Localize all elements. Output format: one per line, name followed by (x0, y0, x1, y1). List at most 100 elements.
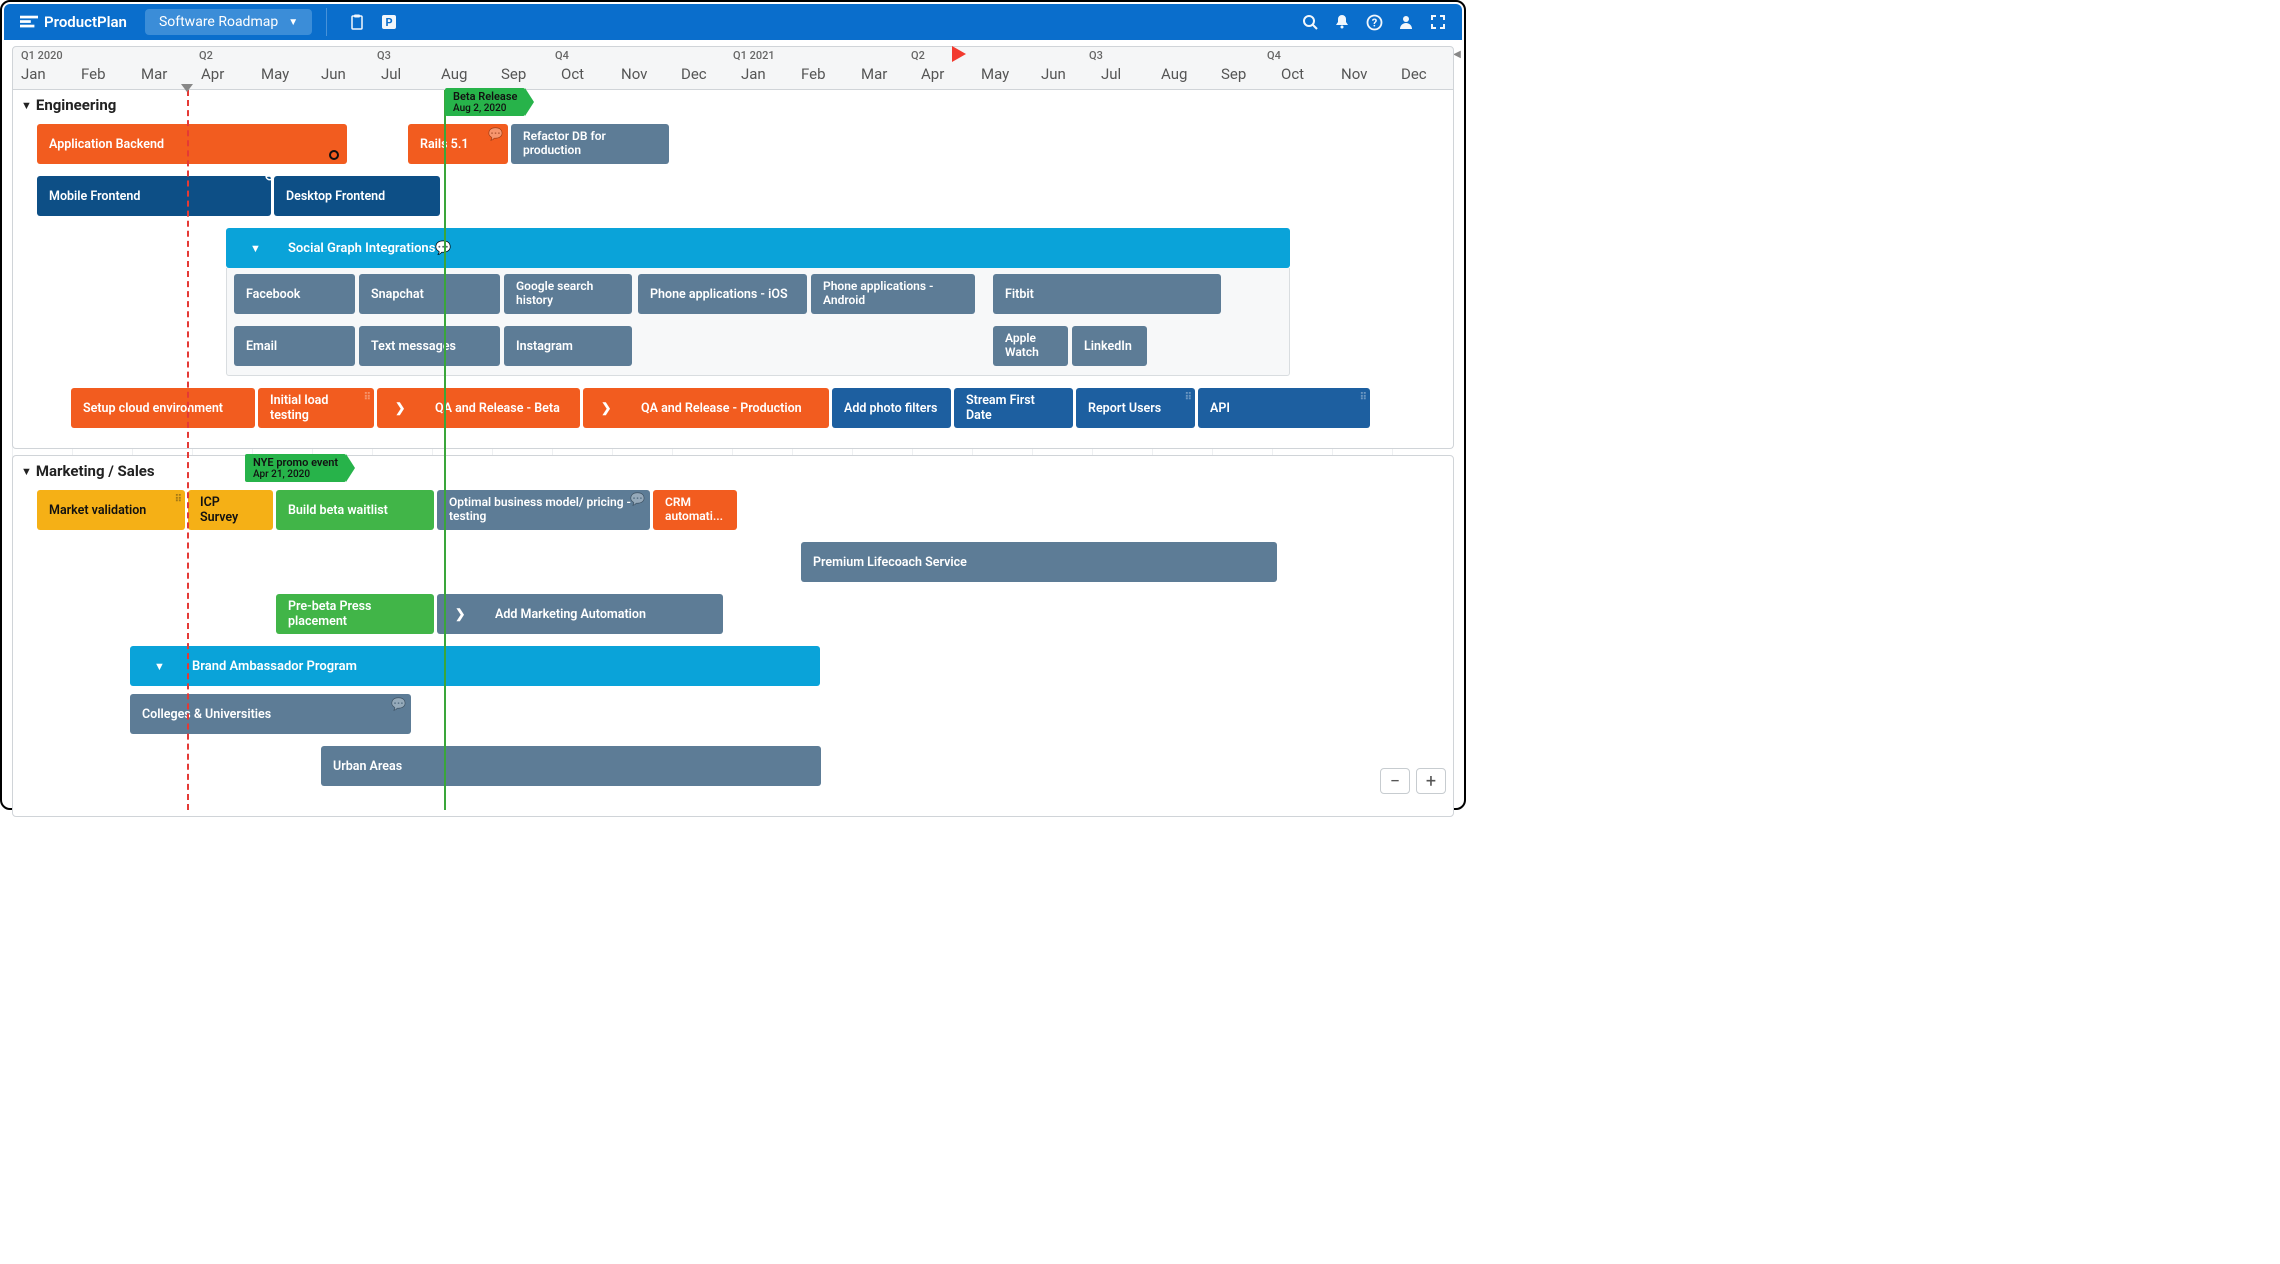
bar-snapchat[interactable]: Snapchat (359, 274, 500, 314)
chevron-down-icon: ▼ (21, 465, 32, 478)
timeline-month: Mar (141, 65, 167, 83)
zoom-out-button[interactable]: − (1380, 768, 1410, 794)
bar-photo-filters[interactable]: Add photo filters (832, 388, 951, 428)
bar-api[interactable]: API⠿ (1198, 388, 1370, 428)
timeline-month: Aug (441, 65, 467, 83)
zoom-controls: − + (1380, 768, 1446, 794)
header-separator (326, 8, 327, 36)
bar-phone-android[interactable]: Phone applications - Android (811, 274, 975, 314)
chevron-right-icon: ❯ (455, 606, 465, 622)
gantt-area: ▼ Engineering Beta Release Aug 2, 2020 A… (12, 90, 1454, 810)
roadmap-selector[interactable]: Software Roadmap ▼ (145, 9, 312, 35)
timeline-quarter: Q2 (911, 49, 925, 62)
section-marketing-header[interactable]: ▼ Marketing / Sales (13, 456, 1453, 486)
milestone-line (444, 90, 446, 810)
bell-icon[interactable] (1332, 12, 1352, 32)
bar-email[interactable]: Email (234, 326, 355, 366)
chevron-right-icon: ❯ (395, 400, 405, 416)
timeline-month: Jun (321, 65, 346, 83)
milestone-date: Aug 2, 2020 (453, 103, 517, 114)
container-social-graph[interactable]: ▼ Social Graph Integrations 💬 (226, 228, 1290, 268)
timeline-month: Feb (81, 65, 106, 83)
help-icon[interactable]: ? (1364, 12, 1384, 32)
bar-phone-ios[interactable]: Phone applications - iOS (638, 274, 807, 314)
bar-application-backend[interactable]: Application Backend (37, 124, 347, 164)
bar-urban[interactable]: Urban Areas (321, 746, 821, 786)
timeline-month: Mar (861, 65, 887, 83)
app-logo[interactable]: ProductPlan (12, 13, 135, 31)
timeline-month: Jan (741, 65, 766, 83)
parking-icon[interactable]: P (379, 12, 399, 32)
section-marketing: ▼ Marketing / Sales NYE promo event Apr … (12, 455, 1454, 817)
bar-icp-survey[interactable]: ICP Survey (188, 490, 273, 530)
timeline-quarter: Q2 (199, 49, 213, 62)
today-marker[interactable] (952, 46, 966, 62)
search-icon[interactable] (1300, 12, 1320, 32)
bar-report-users[interactable]: Report Users⠿ (1076, 388, 1195, 428)
user-icon[interactable] (1396, 12, 1416, 32)
fullscreen-icon[interactable] (1428, 12, 1448, 32)
comment-icon: 💬 (488, 127, 503, 141)
grip-icon: ⠿ (175, 494, 181, 505)
milestone-date: Apr 21, 2020 (253, 469, 338, 480)
bar-refactor-db[interactable]: Refactor DB for production (511, 124, 669, 164)
bar-instagram[interactable]: Instagram (504, 326, 632, 366)
svg-text:?: ? (1371, 16, 1377, 29)
current-marker-handle[interactable] (181, 84, 193, 92)
link-indicator-icon (329, 150, 339, 160)
app-name: ProductPlan (44, 13, 127, 31)
bar-mobile-frontend[interactable]: Mobile Frontend⊖ (37, 176, 271, 216)
bar-texts[interactable]: Text messages (359, 326, 500, 366)
bar-google-search[interactable]: Google search history (504, 274, 632, 314)
bar-linkedin[interactable]: LinkedIn (1072, 326, 1147, 366)
clipboard-icon[interactable] (347, 12, 367, 32)
bar-fitbit[interactable]: Fitbit (993, 274, 1221, 314)
timeline-month: May (981, 65, 1009, 83)
bar-load-testing[interactable]: Initial load testing⠿ (258, 388, 374, 428)
timeline-quarter: Q4 (555, 49, 569, 62)
timeline-quarter: Q3 (1089, 49, 1103, 62)
svg-text:P: P (386, 16, 393, 29)
bar-qa-prod[interactable]: ❯QA and Release - Production (583, 388, 829, 428)
bar-facebook[interactable]: Facebook (234, 274, 355, 314)
milestone-title: Beta Release (453, 91, 517, 103)
timeline-month: Jan (21, 65, 46, 83)
section-engineering-header[interactable]: ▼ Engineering (13, 90, 1453, 120)
roadmap-name: Software Roadmap (159, 14, 278, 30)
link-indicator-icon: ⊖ (265, 176, 271, 184)
bar-apple-watch[interactable]: Apple Watch (993, 326, 1068, 366)
bar-lifecoach[interactable]: Premium Lifecoach Service (801, 542, 1277, 582)
chevron-right-icon: ❯ (601, 400, 611, 416)
bar-market-validation[interactable]: Market validation⠿ (37, 490, 185, 530)
bar-cloud-env[interactable]: Setup cloud environment (71, 388, 255, 428)
milestone-nye-promo[interactable]: NYE promo event Apr 21, 2020 (245, 454, 346, 482)
timeline-month: Jul (1101, 65, 1121, 83)
timeline-month: Nov (621, 65, 647, 83)
section-engineering-title: Engineering (36, 96, 116, 114)
bar-qa-beta[interactable]: ❯QA and Release - Beta (377, 388, 580, 428)
timeline-month: Oct (1281, 65, 1304, 83)
bar-stream[interactable]: Stream First Date (954, 388, 1073, 428)
chevron-down-icon: ▼ (154, 660, 165, 673)
bar-colleges[interactable]: Colleges & Universities💬 (130, 694, 411, 734)
app-header: ProductPlan Software Roadmap ▼ P ? (4, 4, 1462, 40)
bar-marketing-automation[interactable]: ❯Add Marketing Automation (437, 594, 723, 634)
bar-rails[interactable]: Rails 5.1💬 (408, 124, 508, 164)
container-brand-ambassador[interactable]: ▼ Brand Ambassador Program (130, 646, 820, 686)
bar-desktop-frontend[interactable]: Desktop Frontend (274, 176, 440, 216)
milestone-beta-release[interactable]: Beta Release Aug 2, 2020 (445, 88, 525, 116)
grip-icon: ⠿ (1360, 392, 1366, 403)
milestone-title: NYE promo event (253, 457, 338, 469)
bar-press[interactable]: Pre-beta Press placement (276, 594, 434, 634)
timeline-month: Jun (1041, 65, 1066, 83)
timeline-month: Dec (1401, 65, 1427, 83)
bar-crm[interactable]: CRM automati... (653, 490, 737, 530)
timeline-month: Nov (1341, 65, 1367, 83)
bar-pricing-test[interactable]: Optimal business model/ pricing - testin… (437, 490, 650, 530)
timeline-month: Aug (1161, 65, 1187, 83)
grip-icon: ⠿ (364, 392, 370, 403)
timeline-month: Sep (501, 65, 526, 83)
zoom-in-button[interactable]: + (1416, 768, 1446, 794)
timeline-month: Apr (921, 65, 944, 83)
bar-beta-waitlist[interactable]: Build beta waitlist (276, 490, 434, 530)
